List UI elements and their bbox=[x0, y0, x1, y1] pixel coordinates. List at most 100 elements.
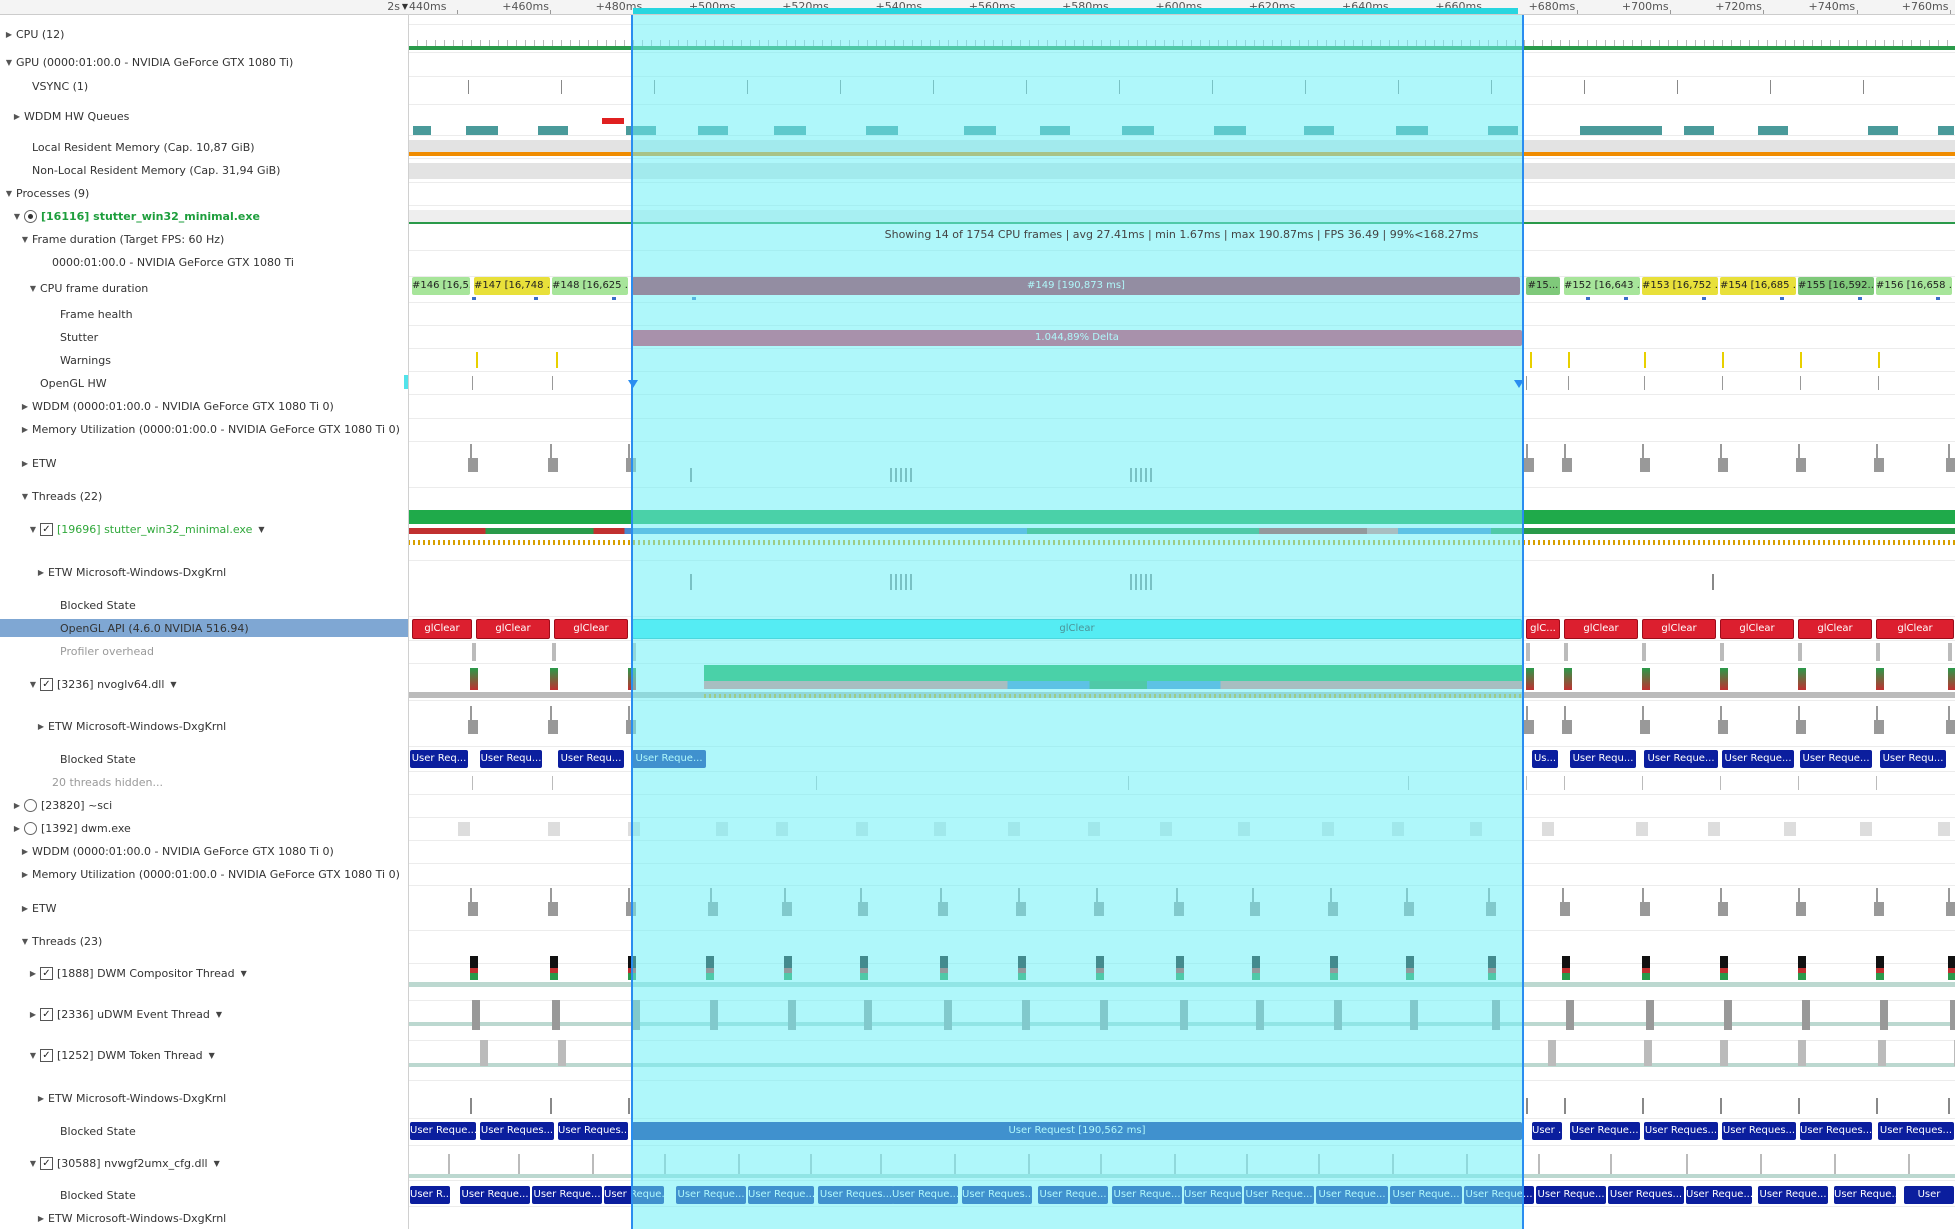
user-request-bar[interactable]: User Reque... bbox=[1758, 1186, 1828, 1204]
user-request-bar[interactable]: User Reque... bbox=[632, 750, 706, 768]
user-request-bar[interactable]: User Reque... bbox=[1644, 750, 1718, 768]
cpu-frame-bar[interactable]: #146 [16,5... bbox=[412, 277, 470, 295]
user-request-bar[interactable]: User Reque... bbox=[460, 1186, 530, 1204]
expand-icon[interactable]: ▶ bbox=[20, 459, 30, 468]
cpu-frame-bar[interactable]: #152 [16,643 ... bbox=[1564, 277, 1640, 295]
collapse-icon[interactable]: ▼ bbox=[28, 284, 38, 293]
expand-icon[interactable]: ▶ bbox=[12, 801, 22, 810]
expand-icon[interactable]: ▶ bbox=[28, 1010, 38, 1019]
cpu-frame-bar[interactable]: #147 [16,748 ... bbox=[474, 277, 550, 295]
cpu-frame-bar[interactable]: #155 [16,592... bbox=[1798, 277, 1874, 295]
timeline-tracks[interactable]: #146 [16,5...#147 [16,748 ...#148 [16,62… bbox=[408, 14, 1955, 1229]
tree-row[interactable]: ▶ ETW Microsoft-Windows-DxgKrnl bbox=[0, 563, 408, 581]
tree-row[interactable]: ▶ Memory Utilization (0000:01:00.0 - NVID… bbox=[0, 420, 408, 438]
chevron-down-icon[interactable]: ▼ bbox=[170, 680, 176, 689]
gl-call-bar[interactable]: glC... bbox=[1526, 619, 1560, 639]
tree-row[interactable]: ▶ WDDM (0000:01:00.0 - NVIDIA GeForce GTX… bbox=[0, 397, 408, 415]
zoom-dropdown-icon[interactable]: ▼ bbox=[402, 2, 408, 11]
tree-row[interactable]: ▶ [1392] dwm.exe bbox=[0, 819, 408, 837]
tree-row[interactable]: ▶ ETW bbox=[0, 454, 408, 472]
tree-row[interactable]: Stutter bbox=[0, 328, 408, 346]
tree-row[interactable]: ▶ ETW bbox=[0, 899, 408, 917]
tree-row[interactable]: Frame health bbox=[0, 305, 408, 323]
tree-row[interactable]: ▶ [23820] ~sci bbox=[0, 796, 408, 814]
tree-row[interactable]: Non-Local Resident Memory (Cap. 31,94 Gi… bbox=[0, 161, 408, 179]
process-radio[interactable] bbox=[24, 798, 37, 812]
user-request-bar[interactable]: User R... bbox=[410, 1186, 450, 1204]
tree-row[interactable]: 0000:01:00.0 - NVIDIA GeForce GTX 1080 T… bbox=[0, 253, 408, 271]
expand-icon[interactable]: ▶ bbox=[12, 112, 22, 121]
thread-checkbox[interactable]: ✓ bbox=[40, 677, 53, 691]
gl-call-bar[interactable]: glClear bbox=[1564, 619, 1638, 639]
tree-row[interactable]: ▼ ✓ [3236] nvoglv64.dll ▼ bbox=[0, 675, 408, 693]
tree-row[interactable]: Blocked State bbox=[0, 1186, 408, 1204]
user-request-bar[interactable]: User Reque... bbox=[1184, 1186, 1242, 1204]
collapse-icon[interactable]: ▼ bbox=[28, 1051, 38, 1060]
tree-row[interactable]: Blocked State bbox=[0, 750, 408, 768]
thread-checkbox[interactable]: ✓ bbox=[40, 522, 53, 536]
cpu-frame-bar[interactable]: #153 [16,752 ... bbox=[1642, 277, 1718, 295]
collapse-icon[interactable]: ▼ bbox=[4, 58, 14, 67]
expand-icon[interactable]: ▶ bbox=[28, 969, 38, 978]
user-request-bar[interactable]: User Reque... bbox=[1244, 1186, 1314, 1204]
tree-row[interactable]: OpenGL API (4.6.0 NVIDIA 516.94) bbox=[0, 619, 408, 637]
user-request-bar[interactable]: User Reque... bbox=[410, 1122, 476, 1140]
zoom-selector[interactable]: 2s bbox=[387, 0, 400, 13]
tree-row[interactable]: ▶ WDDM (0000:01:00.0 - NVIDIA GeForce GTX… bbox=[0, 842, 408, 860]
user-request-bar[interactable]: Us... bbox=[1532, 750, 1558, 768]
user-request-bar[interactable]: User Requ... bbox=[1570, 750, 1636, 768]
user-request-bar[interactable]: User Reques... bbox=[1800, 1122, 1872, 1140]
expand-icon[interactable]: ▶ bbox=[36, 1094, 46, 1103]
user-request-bar[interactable]: User Reque... bbox=[1834, 1186, 1896, 1204]
tree-row[interactable]: ▶ ETW Microsoft-Windows-DxgKrnl bbox=[0, 1089, 408, 1107]
user-request-bar[interactable]: User Reque... bbox=[892, 1186, 958, 1204]
tree-row[interactable]: ▼ CPU frame duration bbox=[0, 279, 408, 297]
chevron-down-icon[interactable]: ▼ bbox=[216, 1010, 222, 1019]
tree-row[interactable]: ▶ ETW Microsoft-Windows-DxgKrnl bbox=[0, 717, 408, 735]
collapse-icon[interactable]: ▼ bbox=[12, 212, 22, 221]
gl-call-bar[interactable]: glClear bbox=[1876, 619, 1954, 639]
user-request-bar[interactable]: User Request [190,562 ms] bbox=[632, 1122, 1522, 1140]
process-radio[interactable] bbox=[24, 209, 37, 223]
tree-row[interactable]: ▼ Frame duration (Target FPS: 60 Hz) bbox=[0, 230, 408, 248]
user-request-bar[interactable]: User Reques... bbox=[1878, 1122, 1954, 1140]
user-request-bar[interactable]: User Reque... bbox=[1800, 750, 1872, 768]
expand-icon[interactable]: ▶ bbox=[20, 904, 30, 913]
user-request-bar[interactable]: User bbox=[1904, 1186, 1954, 1204]
user-request-bar[interactable]: User Reques... bbox=[558, 1122, 628, 1140]
expand-icon[interactable]: ▶ bbox=[20, 425, 30, 434]
user-request-bar[interactable]: User Reques... bbox=[1722, 1122, 1796, 1140]
user-request-bar[interactable]: User Reques... bbox=[480, 1122, 554, 1140]
user-request-bar[interactable]: User Reque... bbox=[1686, 1186, 1752, 1204]
gl-call-bar[interactable]: glClear bbox=[1642, 619, 1716, 639]
gl-call-bar[interactable]: glClear bbox=[1798, 619, 1872, 639]
collapse-icon[interactable]: ▼ bbox=[20, 937, 30, 946]
thread-checkbox[interactable]: ✓ bbox=[40, 1156, 53, 1170]
expand-icon[interactable]: ▶ bbox=[20, 402, 30, 411]
tree-row[interactable]: ▼ ✓ [1252] DWM Token Thread ▼ bbox=[0, 1046, 408, 1064]
expand-icon[interactable]: ▶ bbox=[4, 30, 14, 39]
tree-row[interactable]: ▶ ✓ [2336] uDWM Event Thread ▼ bbox=[0, 1005, 408, 1023]
thread-checkbox[interactable]: ✓ bbox=[40, 1007, 53, 1021]
gl-call-bar[interactable]: glClear bbox=[1720, 619, 1794, 639]
user-request-bar[interactable]: User Reques... bbox=[1608, 1186, 1684, 1204]
collapse-icon[interactable]: ▼ bbox=[4, 189, 14, 198]
expand-icon[interactable]: ▶ bbox=[36, 722, 46, 731]
user-request-bar[interactable]: User Reques... bbox=[818, 1186, 894, 1204]
tree-row[interactable]: ▼ GPU (0000:01:00.0 - NVIDIA GeForce GTX … bbox=[0, 53, 408, 71]
gl-call-bar[interactable]: glClear bbox=[412, 619, 472, 639]
user-request-bar[interactable]: User Req... bbox=[410, 750, 468, 768]
user-request-bar[interactable]: User Requ... bbox=[480, 750, 542, 768]
tree-row[interactable]: 20 threads hidden...—+ bbox=[0, 773, 408, 791]
user-request-bar[interactable]: User Reque... bbox=[1536, 1186, 1606, 1204]
tree-row[interactable]: ▼ ✓ [30588] nvwgf2umx_cfg.dll ▼ bbox=[0, 1154, 408, 1172]
tree-row[interactable]: ▶ ✓ [1888] DWM Compositor Thread ▼ bbox=[0, 964, 408, 982]
tree-row[interactable]: ▶ Memory Utilization (0000:01:00.0 - NVID… bbox=[0, 865, 408, 883]
thread-checkbox[interactable]: ✓ bbox=[40, 1048, 53, 1062]
tree-row[interactable]: ▼ ✓ [19696] stutter_win32_minimal.exe ▼ bbox=[0, 520, 408, 538]
tree-row[interactable]: ▼ Processes (9) bbox=[0, 184, 408, 202]
collapse-icon[interactable]: ▼ bbox=[20, 492, 30, 501]
gl-call-bar[interactable]: glClear bbox=[554, 619, 628, 639]
collapse-icon[interactable]: ▼ bbox=[28, 525, 38, 534]
cpu-frame-bar[interactable]: #149 [190,873 ms] bbox=[632, 277, 1520, 295]
